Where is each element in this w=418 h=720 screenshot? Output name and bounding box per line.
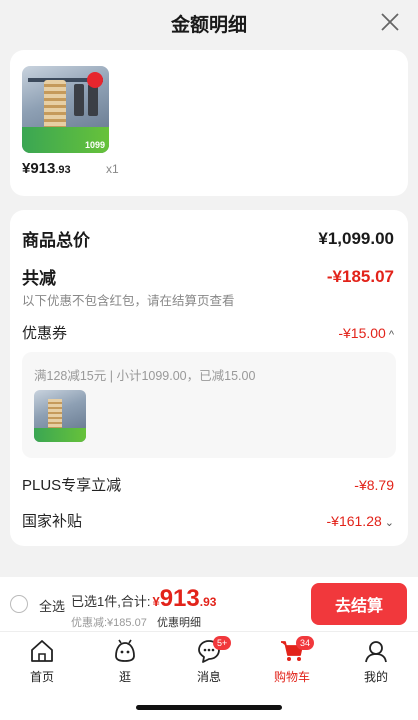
tab-profile[interactable]: 我的 xyxy=(346,638,406,685)
chevron-down-icon[interactable]: ⌄ xyxy=(385,517,394,529)
coupon-detail-text: 满128减15元 | 小计1099.00，已减15.00 xyxy=(34,369,256,383)
page-title: 金额明细 xyxy=(170,14,247,36)
cart-total: 已选1件,合计: ¥ 913 .93 xyxy=(71,585,217,612)
plus-label: PLUS专享立减 xyxy=(22,477,122,494)
discount-row: 共减 -¥185.07 xyxy=(22,264,394,289)
total-label: 商品总价 xyxy=(22,231,90,250)
plus-row: PLUS专享立减 -¥8.79 xyxy=(22,474,394,495)
tab-cart[interactable]: 34 购物车 xyxy=(262,636,322,685)
discount-detail-link[interactable]: 优惠明细 xyxy=(157,614,201,630)
tab-messages[interactable]: 5+ 消息 xyxy=(179,636,239,685)
coupon-product-thumbnail xyxy=(34,390,86,442)
select-all-radio[interactable] xyxy=(10,595,28,613)
plus-value: -¥8.79 xyxy=(354,476,394,493)
chevron-up-icon[interactable]: ^ xyxy=(389,329,394,341)
coupon-value-wrap: -¥15.00 ^ xyxy=(338,325,394,341)
amount-detail-card: 商品总价 ¥1,099.00 共减 -¥185.07 以下优惠不包含红包，请在结… xyxy=(10,210,408,546)
subsidy-label: 国家补贴 xyxy=(22,513,83,530)
tab-browse[interactable]: 逛 xyxy=(95,638,155,685)
discount-label: 共减 xyxy=(22,269,56,288)
home-indicator xyxy=(136,705,282,710)
subsidy-value: -¥161.28 xyxy=(326,512,382,529)
saved-amount: 优惠减:¥185.07 xyxy=(71,617,147,629)
profile-icon xyxy=(365,641,387,663)
cart-badge: 34 xyxy=(296,636,315,650)
browse-icon xyxy=(115,639,135,662)
coupon-detail-box: 满128减15元 | 小计1099.00，已减15.00 xyxy=(22,352,396,458)
header: 金额明细 xyxy=(0,0,418,46)
messages-badge: 5+ xyxy=(213,636,232,650)
subsidy-value-wrap: -¥161.28 ⌄ xyxy=(327,513,395,529)
checkout-bar: 全选 已选1件,合计: ¥ 913 .93 优惠减:¥185.07 优惠明细 去… xyxy=(0,577,418,631)
subsidy-row[interactable]: 国家补贴 -¥161.28 ⌄ xyxy=(22,510,394,531)
discount-value: -¥185.07 xyxy=(326,266,394,286)
discount-note: 以下优惠不包含红包，请在结算页查看 xyxy=(22,294,235,308)
coupon-label: 优惠券 xyxy=(22,325,68,342)
product-card: 1099 ¥913 .93 x1 xyxy=(10,50,408,196)
close-icon[interactable] xyxy=(378,10,402,34)
select-all-label[interactable]: 全选 xyxy=(39,596,65,615)
coupon-value: -¥15.00 xyxy=(338,324,386,341)
tab-home[interactable]: 首页 xyxy=(12,638,72,685)
checkout-button[interactable]: 去结算 xyxy=(311,583,407,625)
home-icon xyxy=(31,640,53,662)
product-price: ¥913 .93 xyxy=(22,160,71,177)
product-quantity: x1 xyxy=(106,162,119,176)
product-thumbnail[interactable]: 1099 xyxy=(22,66,109,153)
total-value: ¥1,099.00 xyxy=(318,228,394,248)
coupon-row[interactable]: 优惠券 -¥15.00 ^ xyxy=(22,322,394,343)
total-row: 商品总价 ¥1,099.00 xyxy=(22,226,394,251)
